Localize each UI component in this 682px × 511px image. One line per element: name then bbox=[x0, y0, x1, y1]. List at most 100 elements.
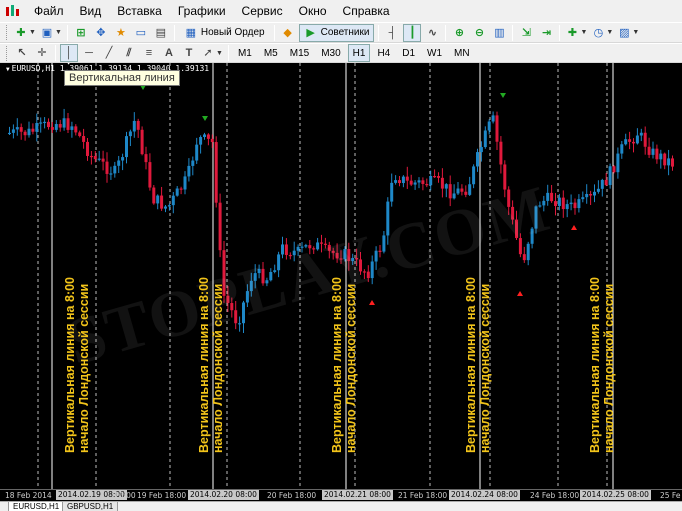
periods-button[interactable]: ◷ ▼ bbox=[590, 24, 614, 42]
toolbar-grip[interactable] bbox=[6, 25, 9, 40]
candle-body bbox=[86, 141, 89, 156]
time-axis-label: 25 Fe bbox=[660, 491, 681, 500]
bar-chart-button[interactable]: ┤ bbox=[383, 24, 401, 42]
toolbar-separator bbox=[378, 24, 380, 41]
zoom-out-icon: ⊖ bbox=[474, 26, 485, 39]
toolbar-grip[interactable] bbox=[6, 45, 9, 61]
timeframe-h4-button[interactable]: H4 bbox=[372, 44, 395, 62]
candle-body bbox=[105, 161, 109, 174]
zoom-out-button[interactable]: ⊖ bbox=[470, 24, 488, 42]
candle-body bbox=[74, 126, 78, 133]
candle-body bbox=[565, 204, 569, 210]
candle-body bbox=[659, 153, 663, 160]
trendline-icon: ╱ bbox=[105, 47, 113, 59]
drawing-toolbar: ↖ ✛ │ ─ ╱ ⫽ ≡ A T ➚ ▼ M1 M5 M15 M30 H1 H4… bbox=[0, 43, 682, 63]
toolbar-separator bbox=[273, 24, 275, 41]
candle-body bbox=[671, 158, 674, 167]
tester-button[interactable]: ▤ bbox=[152, 24, 170, 42]
candle-body bbox=[409, 180, 413, 185]
candle-body bbox=[663, 153, 667, 166]
star-icon: ★ bbox=[115, 26, 126, 39]
toolbar-separator bbox=[66, 24, 68, 41]
timeframe-m30-button[interactable]: M30 bbox=[316, 44, 345, 62]
candle-body bbox=[390, 182, 394, 202]
candle-body bbox=[206, 134, 210, 139]
candle-body bbox=[550, 192, 554, 202]
tab-eurusd-h1[interactable]: EURUSD,H1 bbox=[8, 502, 65, 511]
candle-body bbox=[476, 152, 479, 167]
menu-file[interactable]: Файл bbox=[26, 1, 72, 21]
menu-help[interactable]: Справка bbox=[335, 1, 398, 21]
session-annotation: Вертикальная линия на 8:00 начало Лондонс… bbox=[571, 231, 616, 481]
annotation-line1: Вертикальная линия на 8:00 bbox=[330, 277, 344, 453]
trendline-button[interactable]: ╱ bbox=[100, 44, 118, 62]
zoom-in-button[interactable]: ⊕ bbox=[450, 24, 468, 42]
chevron-down-icon: ▼ bbox=[216, 49, 223, 57]
candle-body bbox=[608, 166, 612, 186]
channel-button[interactable]: ⫽ bbox=[120, 44, 138, 62]
tile-windows-button[interactable]: ▥ bbox=[490, 24, 508, 42]
arrows-tool-button[interactable]: ➚ ▼ bbox=[200, 44, 224, 62]
candle-body bbox=[604, 179, 608, 186]
candle-body bbox=[600, 179, 604, 189]
cursor-tool-button[interactable]: ↖ bbox=[13, 44, 31, 62]
annotation-line1: Вертикальная линия на 8:00 bbox=[63, 277, 77, 453]
timeframe-m5-button[interactable]: M5 bbox=[259, 44, 283, 62]
candle-body bbox=[647, 146, 651, 155]
menu-insert[interactable]: Вставка bbox=[109, 1, 170, 21]
candle-body bbox=[152, 187, 156, 204]
line-chart-button[interactable]: ∿ bbox=[423, 24, 441, 42]
candle-body bbox=[195, 144, 199, 161]
experts-button[interactable]: ▶ Советники bbox=[298, 23, 375, 42]
timeframe-h1-button[interactable]: H1 bbox=[347, 44, 371, 62]
candle-body bbox=[218, 202, 222, 251]
candlestick-button[interactable]: ┃ bbox=[403, 23, 422, 42]
arrow-cursor-icon: ↖ bbox=[17, 47, 27, 59]
templates-button[interactable]: ▨ ▼ bbox=[616, 24, 640, 42]
chart-shift-button[interactable]: ⇥ bbox=[537, 24, 555, 42]
menu-view[interactable]: Вид bbox=[72, 1, 110, 21]
candle-body bbox=[144, 154, 148, 163]
candle-body bbox=[624, 139, 628, 145]
timeframe-m15-button[interactable]: M15 bbox=[285, 44, 314, 62]
vertical-line-button[interactable]: │ bbox=[60, 44, 78, 62]
standard-toolbar: ✚ ▼ ▣ ▼ ⊞ ✥ ★ ▭ ▤ ▦ Новый Ордер ◆ ▶ Советник… bbox=[0, 22, 682, 43]
time-axis-label: 19 Feb 18:00 bbox=[137, 491, 187, 500]
menu-window[interactable]: Окно bbox=[291, 1, 335, 21]
data-window-button[interactable]: ✥ bbox=[92, 24, 110, 42]
tab-gbpusd-h1[interactable]: GBPUSD,H1 bbox=[62, 502, 119, 511]
candle-body bbox=[596, 188, 600, 192]
timeframe-w1-button[interactable]: W1 bbox=[422, 44, 447, 62]
autoscroll-button[interactable]: ⇲ bbox=[517, 24, 535, 42]
text-tool-button[interactable]: A bbox=[160, 44, 178, 62]
timeframe-mn-button[interactable]: MN bbox=[449, 44, 475, 62]
menu-charts[interactable]: Графики bbox=[170, 1, 234, 21]
fractal-up-arrow bbox=[517, 291, 523, 296]
horizontal-line-button[interactable]: ─ bbox=[80, 44, 98, 62]
candle-body bbox=[31, 128, 35, 132]
timeframe-d1-button[interactable]: D1 bbox=[397, 44, 420, 62]
metaeditor-button[interactable]: ◆ bbox=[279, 24, 297, 42]
candle-body bbox=[433, 176, 437, 178]
new-chart-button[interactable]: ✚ ▼ bbox=[13, 24, 37, 42]
toolbar-separator bbox=[445, 24, 447, 41]
candle-body bbox=[401, 176, 405, 184]
crosshair-tool-button[interactable]: ✛ bbox=[33, 44, 51, 62]
label-tool-button[interactable]: T bbox=[180, 44, 198, 62]
candle-body bbox=[35, 123, 39, 132]
timeframe-m1-button[interactable]: M1 bbox=[233, 44, 257, 62]
tooltip: Вертикальная линия bbox=[64, 70, 180, 86]
toolbar-separator bbox=[173, 24, 175, 41]
navigator-button[interactable]: ★ bbox=[112, 24, 130, 42]
profiles-button[interactable]: ▣ ▼ bbox=[39, 24, 63, 42]
fibonacci-button[interactable]: ≡ bbox=[140, 44, 158, 62]
candle-body bbox=[522, 254, 526, 261]
indicators-button[interactable]: ✚ ▼ bbox=[564, 24, 588, 42]
terminal-button[interactable]: ▭ bbox=[132, 24, 150, 42]
candle-body bbox=[47, 121, 50, 128]
menu-tools[interactable]: Сервис bbox=[234, 1, 291, 21]
new-order-button[interactable]: ▦ Новый Ордер bbox=[179, 24, 270, 42]
market-watch-button[interactable]: ⊞ bbox=[72, 24, 90, 42]
price-chart[interactable]: ▼ EURUSD,H1 1.39061 1.39134 1.39040 1.391… bbox=[0, 63, 682, 503]
candle-body bbox=[577, 199, 581, 209]
